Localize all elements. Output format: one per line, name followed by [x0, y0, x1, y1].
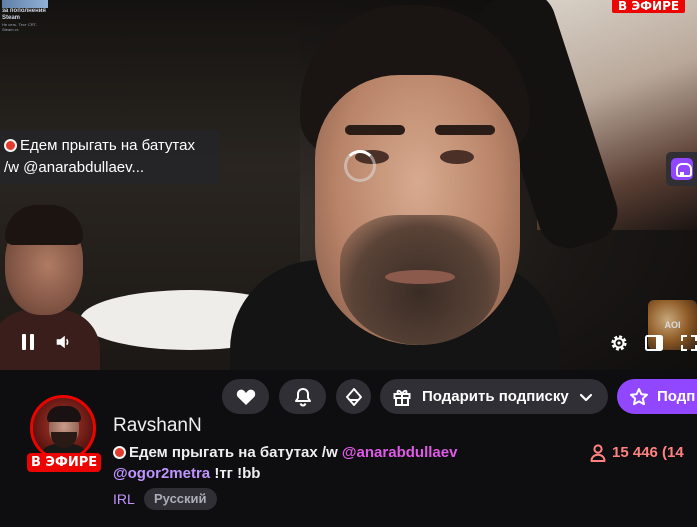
extension-icon: [670, 158, 693, 180]
theatre-icon: [645, 335, 663, 351]
mention-link[interactable]: @anarabdullaev: [342, 444, 458, 461]
gift-subscription-label: Подарить подписку: [422, 388, 569, 405]
theatre-mode-button[interactable]: [641, 330, 667, 356]
viewer-count-value: 15 446 (14: [612, 444, 684, 461]
prime-loot-button[interactable]: [336, 379, 371, 414]
red-circle-emoji-icon: [4, 139, 17, 152]
follow-button[interactable]: [222, 379, 269, 414]
person-icon: [590, 443, 606, 462]
red-circle-emoji-icon: [113, 446, 126, 459]
prime-crown-icon: [345, 387, 362, 406]
overlay-title-line1: Едем прыгать на батутах: [20, 137, 195, 154]
stream-title-rest: !тг !bb: [210, 465, 261, 482]
video-person-left: [0, 200, 100, 370]
stream-title-line2: @ogor2metra !тг !bb: [113, 463, 260, 484]
bell-icon: [294, 387, 311, 407]
volume-icon: [56, 335, 69, 349]
subscribe-label: Подп: [657, 388, 696, 405]
live-badge: В ЭФИРЕ: [27, 453, 102, 472]
stream-overlay-banner: за пополнения Steam Не сеть. Тест CRT-St…: [2, 0, 48, 36]
fullscreen-button[interactable]: [676, 330, 697, 356]
channel-name[interactable]: RavshanN: [113, 415, 202, 437]
subscribe-button[interactable]: Подп: [617, 379, 697, 414]
overlay-title-line2: /w @anarabdullaev...: [4, 159, 145, 176]
viewer-count: 15 446 (14: [590, 442, 684, 463]
language-tag[interactable]: Русский: [144, 488, 217, 510]
gift-subscription-button[interactable]: Подарить подписку: [380, 379, 608, 414]
stream-title-text: Едем прыгать на батутах /w: [129, 444, 342, 461]
pause-icon: [22, 334, 26, 350]
notifications-button[interactable]: [279, 379, 326, 414]
chevron-down-icon: [579, 393, 593, 402]
stream-title-overlay: Едем прыгать на батутах /w @anarabdullae…: [0, 130, 220, 184]
category-link[interactable]: IRL: [113, 490, 135, 508]
avatar[interactable]: [30, 395, 96, 461]
player-live-badge: В ЭФИРЕ: [612, 0, 686, 13]
volume-button[interactable]: [50, 329, 76, 355]
star-icon: [630, 387, 648, 405]
mention-link[interactable]: @ogor2metra: [113, 465, 210, 482]
heart-icon: [236, 389, 255, 405]
gear-icon: [611, 335, 627, 351]
settings-button[interactable]: [606, 330, 632, 356]
gift-icon: [393, 389, 411, 406]
channel-info-panel: Подарить подписку Подп В ЭФИРЕ RavshanN …: [0, 370, 697, 527]
pause-button[interactable]: [15, 329, 41, 355]
extension-button[interactable]: [666, 152, 697, 186]
video-player[interactable]: за пополнения Steam Не сеть. Тест CRT-St…: [0, 0, 697, 370]
fullscreen-icon: [681, 335, 697, 351]
loading-spinner-icon: [344, 150, 376, 182]
video-person-main: [300, 5, 540, 370]
video-background-window: [537, 0, 697, 230]
